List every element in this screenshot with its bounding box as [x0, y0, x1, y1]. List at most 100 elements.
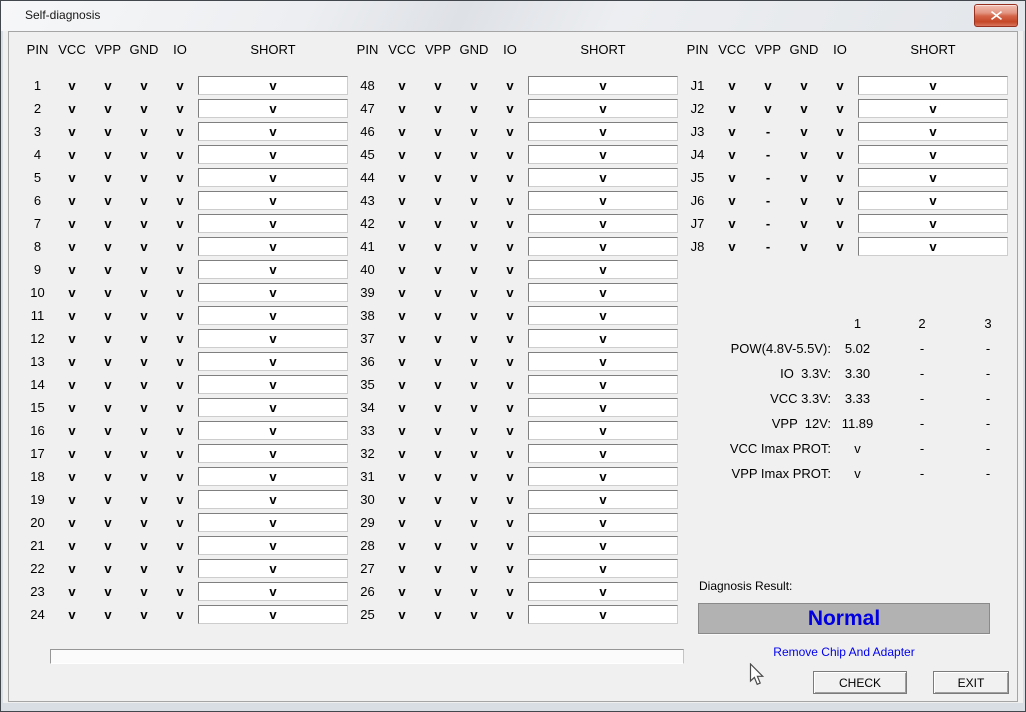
gnd-status: v — [126, 216, 162, 231]
short-status-box: v — [858, 191, 1008, 210]
measure-value: - — [884, 416, 960, 431]
gnd-status: v — [456, 262, 492, 277]
gnd-status: v — [456, 147, 492, 162]
pin-label: 7 — [21, 216, 54, 231]
measure-value: - — [960, 391, 1016, 406]
pin-rows: 1vvvvv2vvvvv3vvvvv4vvvvv5vvvvv6vvvvv7vvv… — [21, 74, 351, 626]
col-header-vpp: VPP — [90, 42, 126, 57]
pin-label: 23 — [21, 584, 54, 599]
io-status: v — [162, 561, 198, 576]
pin-label: 47 — [351, 101, 384, 116]
gnd-status: v — [456, 101, 492, 116]
gnd-status: v — [456, 170, 492, 185]
pin-row: 10vvvvv — [21, 281, 351, 304]
pin-label: 39 — [351, 285, 384, 300]
vcc-status: v — [54, 469, 90, 484]
pin-label: 1 — [21, 78, 54, 93]
vcc-status: v — [54, 584, 90, 599]
vcc-status: v — [384, 78, 420, 93]
vcc-status: v — [714, 216, 750, 231]
vpp-status: v — [90, 331, 126, 346]
pin-table-middle: PINVCCVPPGNDIOSHORT 48vvvvv47vvvvv46vvvv… — [351, 42, 681, 626]
short-status-box: v — [198, 421, 348, 440]
vcc-status: v — [54, 101, 90, 116]
short-status-box: v — [528, 122, 678, 141]
vcc-status: v — [384, 561, 420, 576]
short-status-box: v — [198, 559, 348, 578]
pin-label: 6 — [21, 193, 54, 208]
vpp-status: v — [90, 239, 126, 254]
pin-row: 42vvvvv — [351, 212, 681, 235]
io-status: v — [492, 331, 528, 346]
vpp-status: v — [90, 147, 126, 162]
pin-row: 39vvvvv — [351, 281, 681, 304]
gnd-status: v — [456, 193, 492, 208]
io-status: v — [162, 101, 198, 116]
vcc-status: v — [54, 239, 90, 254]
vpp-status: v — [90, 78, 126, 93]
gnd-status: v — [456, 538, 492, 553]
vcc-status: v — [384, 101, 420, 116]
gnd-status: v — [456, 239, 492, 254]
short-status-box: v — [528, 490, 678, 509]
vpp-status: v — [420, 538, 456, 553]
pin-row: 1vvvvv — [21, 74, 351, 97]
gnd-status: v — [786, 147, 822, 162]
short-status-box: v — [528, 559, 678, 578]
gnd-status: v — [456, 492, 492, 507]
gnd-status: v — [456, 446, 492, 461]
pin-table-right: PINVCCVPPGNDIOSHORT J1vvvvvJ2vvvvvJ3v-vv… — [681, 42, 1011, 258]
io-status: v — [492, 78, 528, 93]
pin-label: 9 — [21, 262, 54, 277]
vpp-status: - — [750, 239, 786, 254]
io-status: v — [492, 538, 528, 553]
pin-label: 42 — [351, 216, 384, 231]
pin-rows: J1vvvvvJ2vvvvvJ3v-vvvJ4v-vvvJ5v-vvvJ6v-v… — [681, 74, 1011, 258]
io-status: v — [162, 193, 198, 208]
check-button[interactable]: CHECK — [813, 671, 907, 694]
pin-label: 43 — [351, 193, 384, 208]
vpp-status: v — [90, 584, 126, 599]
short-status-box: v — [198, 191, 348, 210]
exit-button[interactable]: EXIT — [933, 671, 1009, 694]
short-status-box: v — [198, 237, 348, 256]
close-button[interactable] — [974, 4, 1018, 27]
col-header-io: IO — [492, 42, 528, 57]
measure-row: IO 3.3V:3.30-- — [691, 361, 1017, 386]
io-status: v — [492, 446, 528, 461]
vpp-status: v — [420, 561, 456, 576]
short-status-box: v — [858, 145, 1008, 164]
vpp-status: v — [90, 561, 126, 576]
pin-row: 15vvvvv — [21, 396, 351, 419]
io-status: v — [162, 78, 198, 93]
gnd-status: v — [786, 193, 822, 208]
measure-value: 11.89 — [831, 416, 884, 431]
vcc-status: v — [384, 515, 420, 530]
gnd-status: v — [786, 78, 822, 93]
vcc-status: v — [714, 170, 750, 185]
measure-row: VPP Imax PROT:v-- — [691, 461, 1017, 486]
short-status-box: v — [198, 76, 348, 95]
pin-row: 16vvvvv — [21, 419, 351, 442]
vpp-status: - — [750, 170, 786, 185]
vcc-status: v — [714, 78, 750, 93]
pin-label: 31 — [351, 469, 384, 484]
pin-row: 4vvvvv — [21, 143, 351, 166]
pin-row: 20vvvvv — [21, 511, 351, 534]
pin-row: 19vvvvv — [21, 488, 351, 511]
pin-label: 35 — [351, 377, 384, 392]
measure-label: VCC Imax PROT: — [691, 441, 831, 456]
gnd-status: v — [126, 78, 162, 93]
gnd-status: v — [456, 423, 492, 438]
vcc-status: v — [384, 400, 420, 415]
vcc-status: v — [54, 147, 90, 162]
io-status: v — [162, 308, 198, 323]
pin-label: 14 — [21, 377, 54, 392]
measure-value: 3.33 — [831, 391, 884, 406]
measure-value: - — [884, 441, 960, 456]
col-header-pin: PIN — [681, 42, 714, 57]
col-header-pin: PIN — [21, 42, 54, 57]
vcc-status: v — [384, 446, 420, 461]
vcc-status: v — [54, 561, 90, 576]
vcc-status: v — [384, 285, 420, 300]
